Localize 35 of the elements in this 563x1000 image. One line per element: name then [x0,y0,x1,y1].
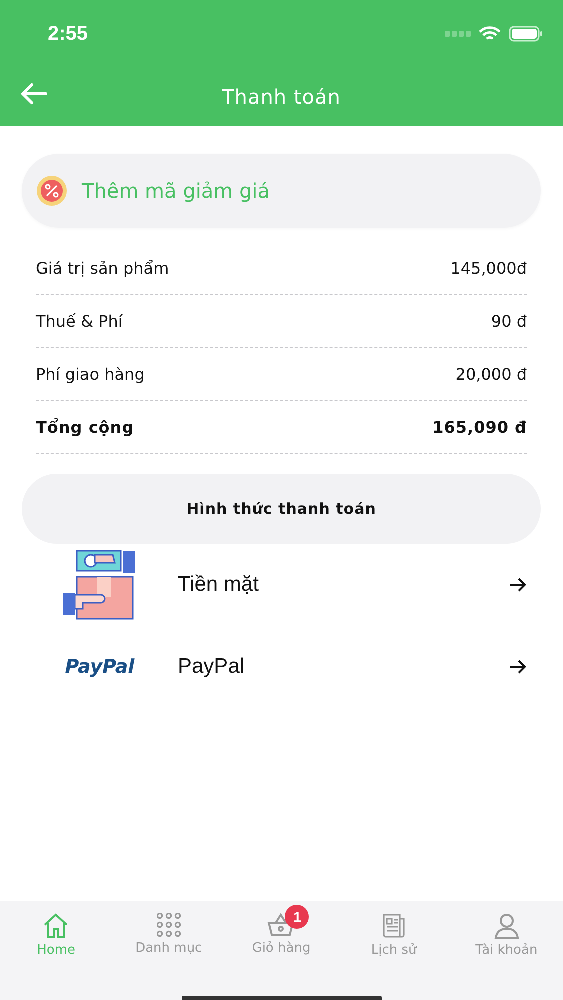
arrow-right-icon [509,577,527,593]
wifi-icon [479,26,501,42]
status-time: 2:55 [48,22,88,46]
summary-label: Thuế & Phí [36,312,123,330]
back-arrow-icon [20,82,48,106]
newspaper-icon [382,913,406,939]
summary-label: Phí giao hàng [36,364,145,384]
home-icon [42,913,70,939]
paypal-logo: PayPal [65,656,135,678]
payment-method-label[interactable]: PayPal [178,655,509,679]
summary-label: Giá trị sản phẩm [36,258,170,278]
select-method-button[interactable] [509,659,527,675]
tab-item[interactable]: Lịch sử [338,903,450,960]
grid-icon [156,913,181,937]
coupon-button[interactable]: Thêm mã giảm giá [22,154,541,228]
summary-value: 90 đ [491,312,527,330]
signal-icon [445,31,471,37]
cart-count-badge: 1 [285,905,310,929]
summary-value: 145,000đ [450,258,527,278]
select-method-button[interactable] [509,577,527,593]
summary-value: 165,090 đ [432,418,527,436]
summary-label: Tổng cộng [36,418,134,436]
basket-icon [267,913,296,937]
summary-value: 20,000 đ [456,364,527,384]
screen-title: Thanh toán [222,85,341,109]
arrow-right-icon [509,659,527,675]
tab-item[interactable]: Home [0,903,113,960]
tab-item[interactable]: 1 Giỏ hàng [225,903,338,958]
tab-item[interactable]: Tài khoản [450,903,563,960]
tab-item[interactable]: Danh mục [112,903,226,958]
person-icon [494,913,520,939]
section-title: Hình thức thanh toán [186,500,376,518]
payment-method-label[interactable]: Tiền mặt [178,573,509,597]
battery-icon [509,26,543,42]
discount-icon [36,175,68,207]
